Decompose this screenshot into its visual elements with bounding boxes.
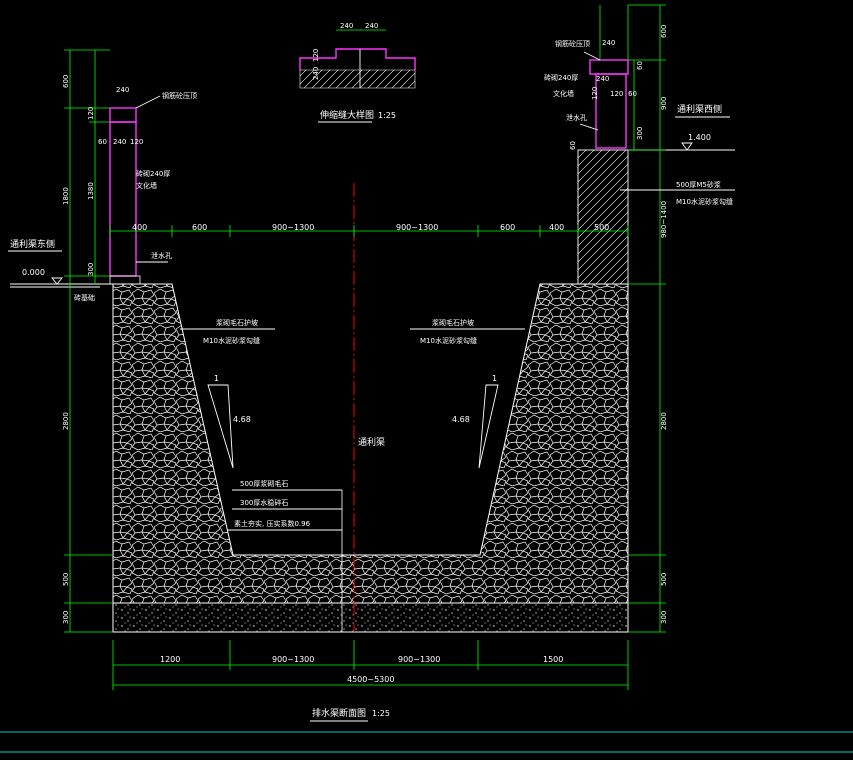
left-wall-cap <box>109 107 137 123</box>
detail-dim-120: 120 <box>312 49 320 62</box>
right-wall-plinth <box>577 149 629 285</box>
elevation-right-marker <box>681 142 693 151</box>
dim-right-2800: 2800 <box>660 412 668 430</box>
dim-top-1: 400 <box>132 223 147 232</box>
dim-left-wall-240a: 240 <box>116 86 129 94</box>
dim-bottom-3: 900~1300 <box>398 655 440 664</box>
dim-top-7: 500 <box>594 223 609 232</box>
dim-left-2800: 2800 <box>62 412 70 430</box>
right-wall-body <box>595 73 627 149</box>
dim-left-120: 120 <box>87 107 95 120</box>
elevation-right: 1.400 <box>688 133 711 142</box>
label-drain-right: 泄水孔 <box>566 113 587 122</box>
label-wall-left-2: 文化墙 <box>136 181 157 190</box>
label-slope-right-2: M10水泥砂浆勾缝 <box>420 336 477 345</box>
dim-left-1800: 1800 <box>62 187 70 205</box>
detail-scale: 1:25 <box>378 111 396 120</box>
detail-dim-240b: 240 <box>365 22 378 30</box>
dim-top-2: 600 <box>192 223 207 232</box>
main-title-scale: 1:25 <box>372 709 390 718</box>
drainage-section-drawing: 400 600 900~1300 900~1300 600 400 500 12… <box>0 4 853 753</box>
label-wall-right-2: 文化墙 <box>553 89 574 98</box>
dim-right-wall-120b: 120 <box>610 90 623 98</box>
dim-left-600: 600 <box>62 75 70 88</box>
dim-total: 4500~5300 <box>347 675 394 684</box>
dim-right-wall-60c: 60 <box>569 141 577 150</box>
label-slope-left-1: 浆砌毛石护坡 <box>216 318 258 327</box>
slope-ratio-triangle-left <box>207 384 234 469</box>
right-wall-cap <box>589 59 629 75</box>
elevation-left: 0.000 <box>22 268 45 277</box>
dim-top-6: 400 <box>549 223 564 232</box>
dim-bottom-1: 1200 <box>160 655 180 664</box>
label-channel: 通利渠 <box>358 436 385 448</box>
dim-right-wall-300: 300 <box>636 127 644 140</box>
ratio-right-1: 1 <box>492 374 497 383</box>
dim-left-500: 500 <box>62 573 70 586</box>
label-cap-right: 钢筋砼压顶 <box>555 39 590 48</box>
dim-right-900: 900 <box>660 97 668 110</box>
label-layer-2: 300厚水稳碎石 <box>240 498 288 507</box>
dim-left-1380: 1380 <box>87 182 95 200</box>
dim-right-wall-60: 60 <box>636 61 644 70</box>
label-footing-left: 砖基础 <box>74 293 95 302</box>
dim-right-wall-240b: 240 <box>596 75 609 83</box>
ratio-right-2: 4.68 <box>452 415 470 424</box>
gravel-base-layer <box>112 602 629 633</box>
dim-right-600: 600 <box>660 25 668 38</box>
leader-drain-right <box>579 123 599 131</box>
dim-left-wall-120: 120 <box>130 138 143 146</box>
dim-left-wall-240b: 240 <box>113 138 126 146</box>
label-layer-1: 500厚浆砌毛石 <box>240 479 288 488</box>
label-wall-right: 砖砌240厚 <box>544 73 578 82</box>
label-rubble-right-2: M10水泥砂浆勾缝 <box>676 197 733 206</box>
detail-title: 伸缩缝大样图 <box>320 109 374 121</box>
dim-left-wall-60: 60 <box>98 138 107 146</box>
label-east-side: 通利渠东侧 <box>10 238 55 250</box>
label-slope-right-1: 浆砌毛石护坡 <box>432 318 474 327</box>
dim-right-wall-240a: 240 <box>602 39 615 47</box>
label-west-side: 通利渠西侧 <box>677 103 722 115</box>
dim-right-wall-60b: 60 <box>628 90 637 98</box>
dim-bottom-4: 1500 <box>543 655 563 664</box>
ratio-left-1: 1 <box>214 374 219 383</box>
label-wall-left: 砖砌240厚 <box>136 169 170 178</box>
label-slope-left-2: M10水泥砂浆勾缝 <box>203 336 260 345</box>
dim-left-300: 300 <box>87 263 95 276</box>
dim-right-980: 980~1400 <box>660 201 668 238</box>
ratio-left-2: 4.68 <box>233 415 251 424</box>
dim-top-3: 900~1300 <box>272 223 314 232</box>
label-drain-left: 泄水孔 <box>151 251 172 260</box>
slope-ratio-triangle-right <box>478 384 499 469</box>
detail-dim-240a: 240 <box>340 22 353 30</box>
dim-left-300b: 300 <box>62 611 70 624</box>
elevation-left-marker <box>51 277 63 285</box>
dim-right-300: 300 <box>660 611 668 624</box>
main-title: 排水渠断面图 <box>312 707 366 719</box>
dim-top-5: 600 <box>500 223 515 232</box>
dim-top-4: 900~1300 <box>396 223 438 232</box>
left-wall-footing <box>109 275 141 285</box>
detail-dim-240c: 240 <box>312 67 320 80</box>
label-layer-3: 素土夯实, 压实系数0.96 <box>234 519 311 528</box>
leader-cap-right <box>583 51 601 61</box>
dim-right-wall-120: 120 <box>591 87 599 100</box>
dim-bottom-2: 900~1300 <box>272 655 314 664</box>
leader-cap-left <box>135 95 161 109</box>
label-rubble-right-1: 500厚M5砂浆 <box>676 180 721 189</box>
dim-right-500: 500 <box>660 573 668 586</box>
label-cap-left: 钢筋砼压顶 <box>162 91 197 100</box>
